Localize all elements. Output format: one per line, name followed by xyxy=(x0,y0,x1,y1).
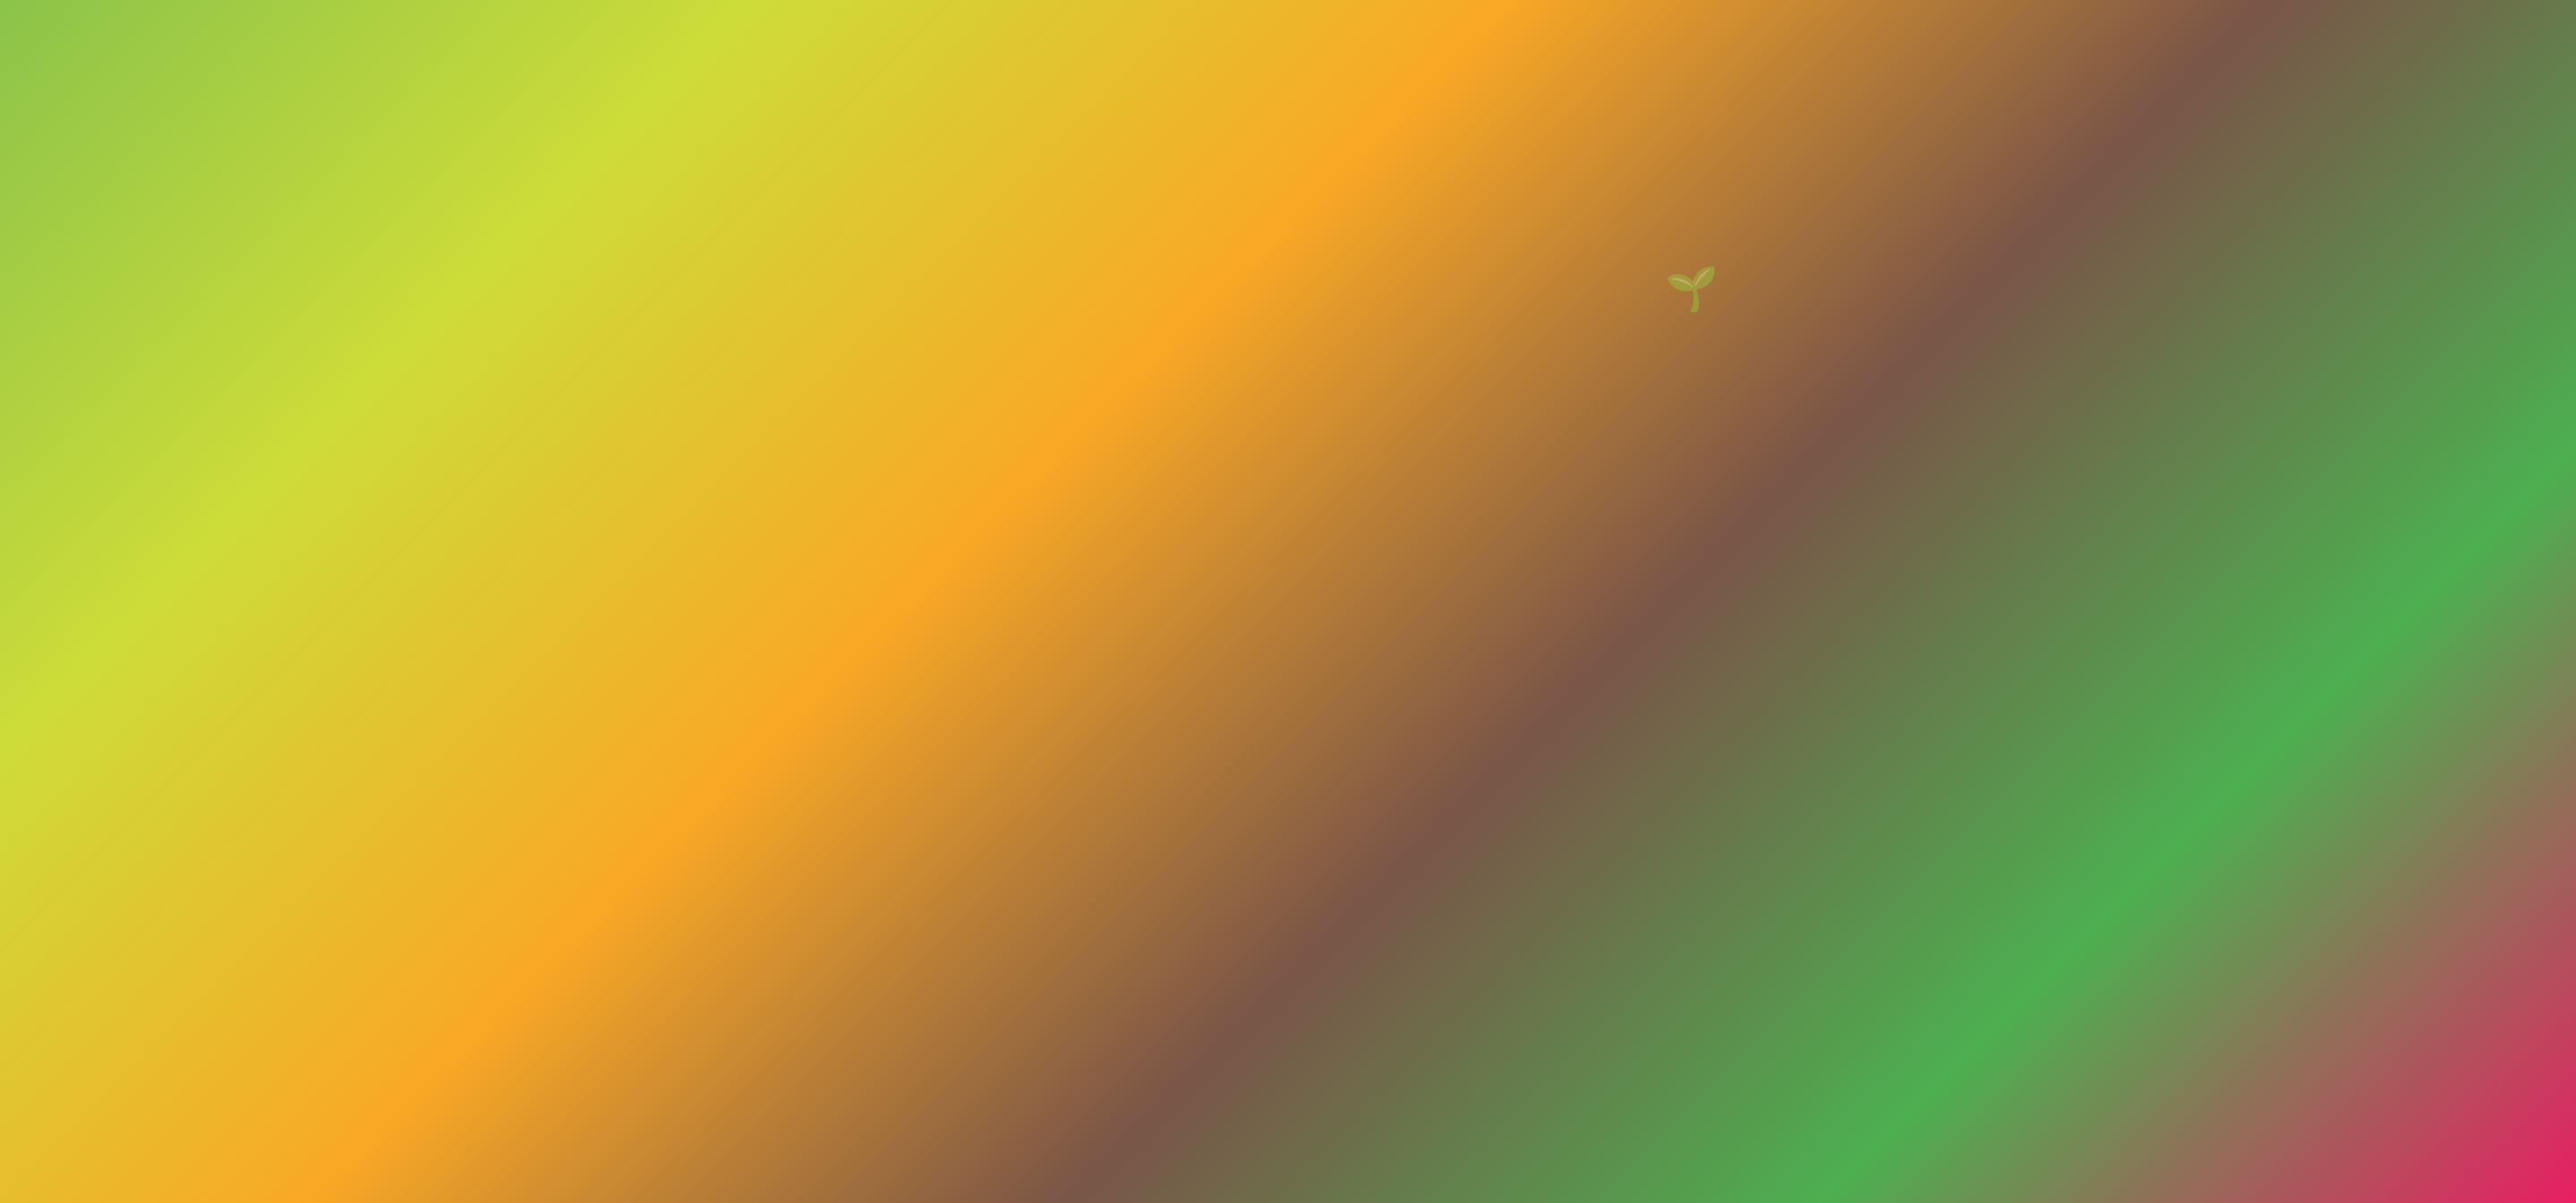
events-grid: Sun, Sep 07, 2023, 11:00 AM - Sun, Sep 0… xyxy=(1005,18,1915,542)
event-card: 🌱 Fri, Oct 10, 2025, 11:00 AM - Fri, Oct… xyxy=(1469,198,1915,542)
main-content: Sun, Sep 07, 2023, 11:00 AM - Sun, Sep 0… xyxy=(1005,18,1915,605)
event-image-garden: 🌱 xyxy=(1470,199,1914,378)
